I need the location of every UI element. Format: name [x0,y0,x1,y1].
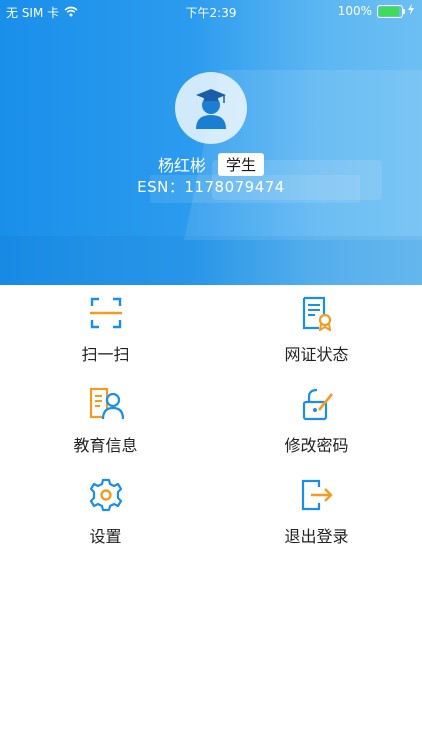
menu-password-label: 修改密码 [284,436,349,455]
charging-icon [408,4,414,18]
esn-number: ESN：1178079474 [137,178,285,196]
student-graduate-icon [196,89,226,129]
settings-gear-icon [89,478,122,512]
menu-education-info[interactable]: 教育信息 [0,376,211,466]
menu-education-label: 教育信息 [73,436,138,455]
edit-password-icon [302,388,333,421]
profile-header: 无 SIM 卡 下午2:39 100% 杨红彬 学生 ESN：117807947… [0,0,422,285]
role-badge: 学生 [218,152,265,176]
status-bar: 无 SIM 卡 下午2:39 100% [0,0,422,22]
education-info-icon [89,387,124,420]
scan-icon [89,297,122,329]
user-name: 杨红彬 [157,156,206,175]
avatar[interactable] [175,72,247,144]
menu-scan[interactable]: 扫一扫 [0,285,211,375]
menu-change-password[interactable]: 修改密码 [211,376,422,466]
menu-certificate-status[interactable]: 网证状态 [211,285,422,375]
menu-scan-label: 扫一扫 [81,345,130,364]
logout-icon [301,479,333,511]
battery-icon [377,4,405,18]
battery-percent: 100% [337,4,372,18]
menu-settings[interactable]: 设置 [0,467,211,557]
menu-certificate-label: 网证状态 [284,345,349,364]
menu-logout[interactable]: 退出登录 [211,467,422,557]
certificate-icon [302,296,331,331]
background-decoration [0,236,422,285]
menu-logout-label: 退出登录 [284,527,349,546]
menu-settings-label: 设置 [89,527,122,546]
